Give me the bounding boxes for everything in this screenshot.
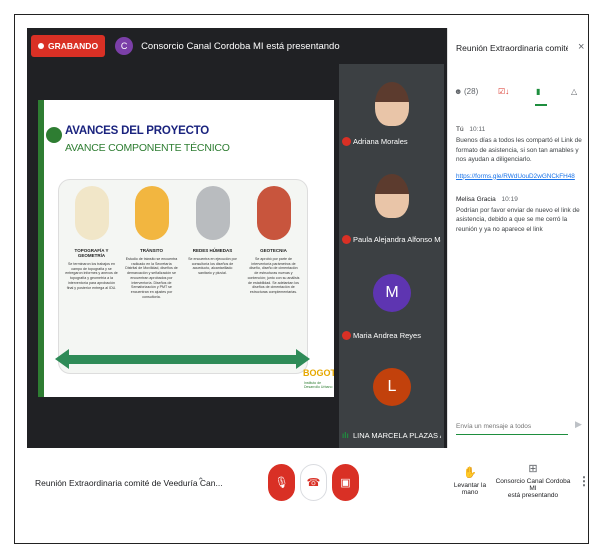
participant-tile[interactable]: Paula Alejandra Alfonso Martin... [339,154,444,252]
participant-photo [375,82,409,126]
recording-badge: GRABANDO [31,35,106,57]
participant-name: Paula Alejandra Alfonso Martin... [353,235,441,244]
arrow-left-icon [55,349,69,369]
chevron-up-icon[interactable]: ⌃ [197,476,205,487]
activities-menu-icon[interactable]: △ [571,87,577,96]
presentation-slide: AVANCES DEL PROYECTO AVANCE COMPONENTE T… [38,100,334,397]
chat-input[interactable] [456,419,568,435]
hang-up-icon: ☎ [306,477,321,489]
presenter-avatar: C [115,37,134,55]
card-body: Se terminaron los trabajos en campo de t… [65,262,118,290]
card-topografia: TOPOGRAFÍA Y GEOMETRÍA Se terminaron los… [65,186,118,366]
close-icon[interactable]: × [578,41,584,53]
chat-icon[interactable]: ▮ [536,87,540,96]
mic-off-icon [342,235,351,244]
card-redes: REDES HÚMEDAS Se encuentra en ejecución … [186,186,239,366]
mic-off-icon [342,331,351,340]
active-tab-indicator [535,104,547,106]
slide-accent-bar [38,100,44,397]
raise-hand-label: Levantar la mano [453,482,487,496]
meeting-name: Reunión Extraordinaria comité de Veedurí… [35,478,223,488]
participant-name: LINA MARCELA PLAZAS ACEV... [353,431,441,440]
traffic-icon [134,186,169,240]
panel-title: Reunión Extraordinaria comité de V... [456,43,568,53]
presenting-text: Consorcio Canal Cordoba MI está presenta… [141,40,340,52]
message-sender: Tú [456,126,464,133]
message-sender: Melisa Gracia [456,195,496,203]
message-time: 10:19 [501,195,518,203]
card-body: Se encuentra en ejecución por consultorí… [188,257,237,276]
card-transito: TRÁNSITO Estudio de tránsito se encuentr… [125,186,178,366]
recording-label: GRABANDO [48,41,99,51]
participant-tile[interactable]: M Maria Andrea Reyes [339,252,444,348]
hand-icon: ✋ [463,467,477,479]
message-link[interactable]: https://forms.gle/RWdUouD2wGNCkFH48 [456,173,582,180]
card-body: Estudio de tránsito se encuentra radicad… [125,257,178,299]
bogota-logo: BOGOTÁ [303,368,334,378]
pipe-icon [195,186,230,240]
message-text: Buenos días a todos les compartó el Link… [456,137,582,163]
message-time: 10:11 [469,126,486,133]
card-title: TOPOGRAFÍA Y GEOMETRÍA [74,248,109,258]
raise-hand-button[interactable]: ✋ Levantar la mano [445,466,495,496]
speaking-icon: ılı [342,431,349,440]
activities-icon[interactable]: ☑↓ [498,87,509,96]
presenting-button[interactable]: ⊞ Consorcio Canal Cordoba MI está presen… [495,462,571,499]
participant-photo [375,174,409,218]
logo-subtitle: Instituto de Desarrollo Urbano [304,381,333,389]
present-icon: ⊞ [528,463,538,475]
message-meta: Tú 10:11 [456,126,582,133]
arrow-right-icon [296,349,310,369]
mic-off-icon: 🎙 [274,477,289,489]
camera-toggle-button[interactable]: ▣ [332,464,359,501]
presenting-line1: Consorcio Canal Cordoba MI [495,478,571,492]
record-dot-icon [38,43,44,49]
video-stage: GRABANDO C Consorcio Canal Cordoba MI es… [27,28,447,448]
timeline-arrow [66,355,298,364]
slide-title: AVANCES DEL PROYECTO [65,125,210,137]
mic-off-icon [342,137,351,146]
slide-subtitle: AVANCE COMPONENTE TÉCNICO [65,142,230,154]
participant-name: Maria Andrea Reyes [353,331,421,340]
mic-toggle-button[interactable]: 🎙 [268,464,295,501]
participant-avatar: M [373,274,411,312]
card-title: REDES HÚMEDAS [192,248,233,253]
slide-bullet-circle [46,127,62,143]
message-meta: Melisa Gracia 10:19 [456,196,582,203]
card-body: Se aprobó por parte de interventoría par… [247,257,300,294]
leave-call-button[interactable]: ☎ [300,464,327,501]
camera-off-icon: ▣ [340,477,351,489]
people-icon[interactable]: ☻ [454,87,462,96]
participant-tile[interactable]: Adriana Morales [339,64,444,154]
participant-avatar: L [373,368,411,406]
card-geotecnia: GEOTECNIA Se aprobó por parte de interve… [247,186,300,366]
soil-icon [256,186,291,240]
participant-tile[interactable]: L ılı LINA MARCELA PLAZAS ACEV... [339,348,444,448]
card-title: GEOTECNIA [260,248,287,253]
worker-icon [74,186,109,240]
more-options-icon[interactable]: ⋮ [578,474,590,488]
participant-name: Adriana Morales [353,137,408,146]
slide-cards: TOPOGRAFÍA Y GEOMETRÍA Se terminaron los… [58,179,308,374]
stage-topbar: GRABANDO C Consorcio Canal Cordoba MI es… [27,28,447,64]
people-count[interactable]: (28) [464,87,478,96]
presenting-line2: está presentando [507,492,559,499]
bottom-bar: Reunión Extraordinaria comité de Veedurí… [27,448,590,518]
message-text: Podrían por favor enviar de nuevo el lin… [456,206,580,233]
send-icon[interactable]: ▶ [575,419,582,430]
card-title: TRÁNSITO [140,248,163,253]
chat-panel: Reunión Extraordinaria comité de V... × … [447,28,588,448]
panel-tabs: ☻ (28) ☑↓ ▮ △ [448,83,589,107]
chat-messages: Tú 10:11 Buenos días a todos les compart… [456,126,582,242]
